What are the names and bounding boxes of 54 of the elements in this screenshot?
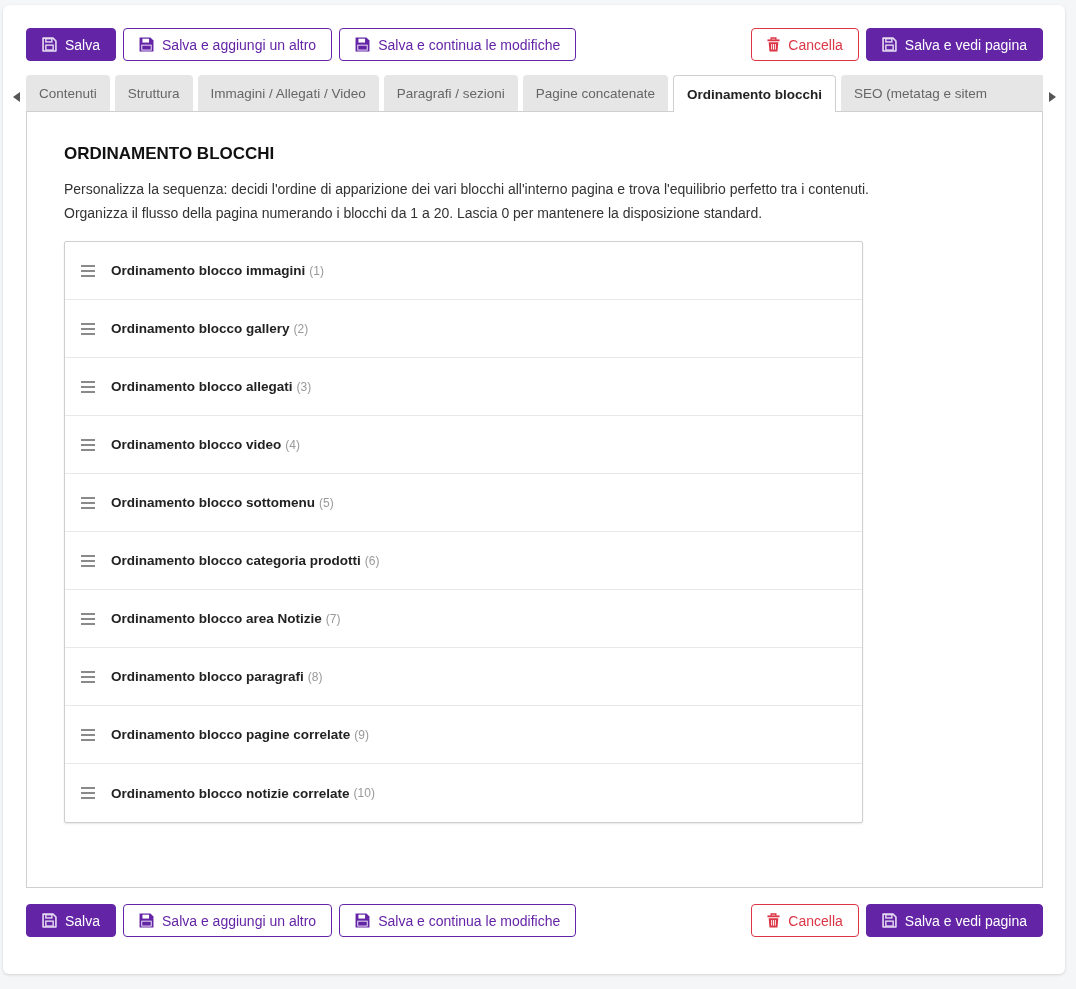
- block-label: Ordinamento blocco gallery: [111, 321, 290, 336]
- hamburger-icon[interactable]: [81, 670, 95, 683]
- block-label: Ordinamento blocco notizie correlate: [111, 785, 350, 801]
- block-label: Ordinamento blocco categoria prodotti: [111, 553, 361, 568]
- block-count: (8): [307, 669, 323, 684]
- block-label: Ordinamento blocco paragrafi: [111, 669, 304, 684]
- block-label: Ordinamento blocco allegati: [111, 379, 293, 394]
- hamburger-icon[interactable]: [81, 728, 95, 741]
- delete-button[interactable]: Cancella: [751, 28, 859, 61]
- block-count: (3): [296, 379, 312, 394]
- hamburger-icon[interactable]: [81, 438, 95, 451]
- hamburger-icon[interactable]: [81, 380, 95, 393]
- tab[interactable]: SEO (metatag e sitem: [841, 75, 1043, 111]
- tab[interactable]: Immagini / Allegati / Video: [197, 75, 379, 111]
- delete-button[interactable]: Cancella: [751, 904, 859, 937]
- hamburger-icon[interactable]: [81, 322, 95, 335]
- block-count: (10): [353, 786, 375, 800]
- block-label: Ordinamento blocco immagini: [111, 263, 306, 278]
- save-button[interactable]: Salva e vedi pagina: [865, 904, 1043, 937]
- save-option-button[interactable]: Salva e continua le modifiche: [339, 904, 577, 937]
- block-count: (2): [293, 321, 309, 336]
- block-count: (6): [364, 553, 380, 568]
- block-count: (7): [325, 611, 341, 626]
- block-label: Ordinamento blocco area Notizie: [111, 611, 322, 626]
- block-count: (5): [319, 495, 334, 510]
- block-count: (4): [285, 437, 300, 452]
- hamburger-icon[interactable]: [81, 264, 95, 277]
- tab[interactable]: Ordinamento blocchi: [673, 75, 837, 112]
- trash-icon: [767, 37, 781, 52]
- block-label: Ordinamento blocco sottomenu: [111, 495, 315, 510]
- block-count: (9): [354, 727, 369, 742]
- tab[interactable]: Contenuti: [26, 75, 110, 111]
- save-button[interactable]: Salva e vedi pagina: [865, 28, 1043, 61]
- block-label: Ordinamento blocco video: [111, 437, 282, 452]
- save-button[interactable]: Salva: [26, 28, 117, 61]
- block-label: Ordinamento blocco pagine correlate: [111, 727, 351, 742]
- block-count: (1): [309, 263, 324, 278]
- tab[interactable]: Paragrafi / sezioni: [383, 75, 518, 111]
- section-heading: ORDINAMENTO BLOCCHI: [64, 143, 276, 165]
- tab[interactable]: Struttura: [114, 75, 193, 111]
- save-option-button[interactable]: Salva e aggiungi un altro: [123, 28, 333, 61]
- save-option-button[interactable]: Salva e continua le modifiche: [339, 28, 577, 61]
- hamburger-icon[interactable]: [81, 496, 95, 509]
- trash-icon: [767, 913, 781, 928]
- save-button[interactable]: Salva: [26, 904, 117, 937]
- hamburger-icon[interactable]: [81, 612, 95, 625]
- hamburger-icon[interactable]: [81, 787, 95, 799]
- hamburger-icon[interactable]: [81, 554, 95, 567]
- save-option-button[interactable]: Salva e aggiungi un altro: [123, 904, 333, 937]
- tab[interactable]: Pagine concatenate: [522, 75, 669, 111]
- caret-left-icon[interactable]: [13, 92, 20, 102]
- caret-right-icon[interactable]: [1049, 92, 1056, 102]
- description-text: Personalizza la sequenza: decidi l'ordine di apparizione dei vari blocchi all'interno pagina e trova l'equilibrio perfetto tra i contenuti.: [64, 180, 870, 199]
- description-text: Organizza il flusso della pagina numerando i blocchi da 1 a 20. Lascia 0 per mantenere la disposizione standard.: [64, 204, 764, 223]
